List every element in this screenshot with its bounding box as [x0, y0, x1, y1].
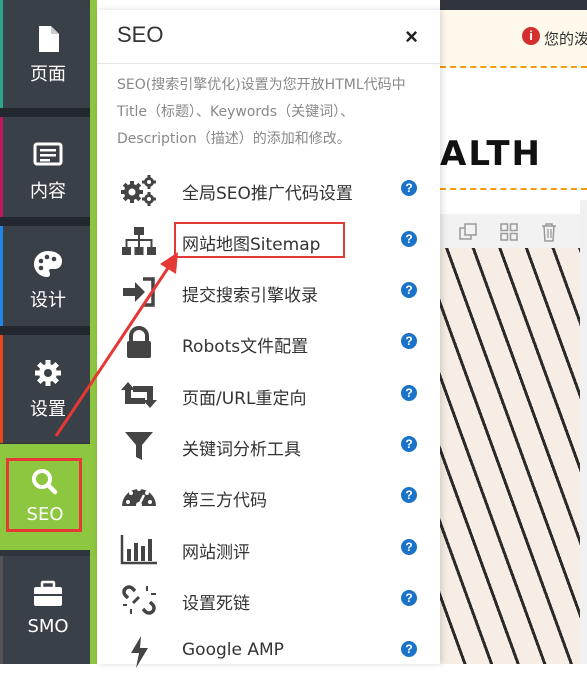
annotation-arrow — [54, 252, 178, 437]
